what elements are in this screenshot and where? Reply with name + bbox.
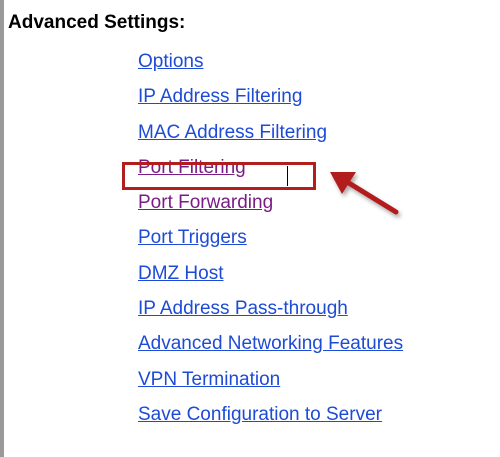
menu-item-vpn-termination: VPN Termination <box>138 362 403 397</box>
section-title: Advanced Settings: <box>8 12 186 33</box>
left-border-divider <box>0 0 4 457</box>
menu-item-advanced-networking-features: Advanced Networking Features <box>138 326 403 361</box>
menu-item-ip-address-pass-through: IP Address Pass-through <box>138 291 403 326</box>
menu-item-options: Options <box>138 44 403 79</box>
menu-item-port-forwarding: Port Forwarding <box>138 185 403 220</box>
link-dmz-host[interactable]: DMZ Host <box>138 263 224 284</box>
link-vpn-termination[interactable]: VPN Termination <box>138 369 280 390</box>
link-port-filtering[interactable]: Port Filtering <box>138 157 246 178</box>
link-port-triggers[interactable]: Port Triggers <box>138 227 247 248</box>
menu-item-port-triggers: Port Triggers <box>138 220 403 255</box>
link-port-forwarding[interactable]: Port Forwarding <box>138 192 273 213</box>
text-cursor-caret <box>287 166 288 186</box>
link-advanced-networking-features[interactable]: Advanced Networking Features <box>138 333 403 354</box>
menu-item-dmz-host: DMZ Host <box>138 256 403 291</box>
advanced-settings-menu: Options IP Address Filtering MAC Address… <box>138 44 403 432</box>
link-ip-address-filtering[interactable]: IP Address Filtering <box>138 86 302 107</box>
link-ip-address-pass-through[interactable]: IP Address Pass-through <box>138 298 348 319</box>
link-options[interactable]: Options <box>138 51 203 72</box>
menu-item-ip-address-filtering: IP Address Filtering <box>138 79 403 114</box>
link-mac-address-filtering[interactable]: MAC Address Filtering <box>138 122 327 143</box>
menu-item-mac-address-filtering: MAC Address Filtering <box>138 115 403 150</box>
menu-item-save-configuration-to-server: Save Configuration to Server <box>138 397 403 432</box>
menu-item-port-filtering: Port Filtering <box>138 150 403 185</box>
link-save-configuration-to-server[interactable]: Save Configuration to Server <box>138 404 382 425</box>
